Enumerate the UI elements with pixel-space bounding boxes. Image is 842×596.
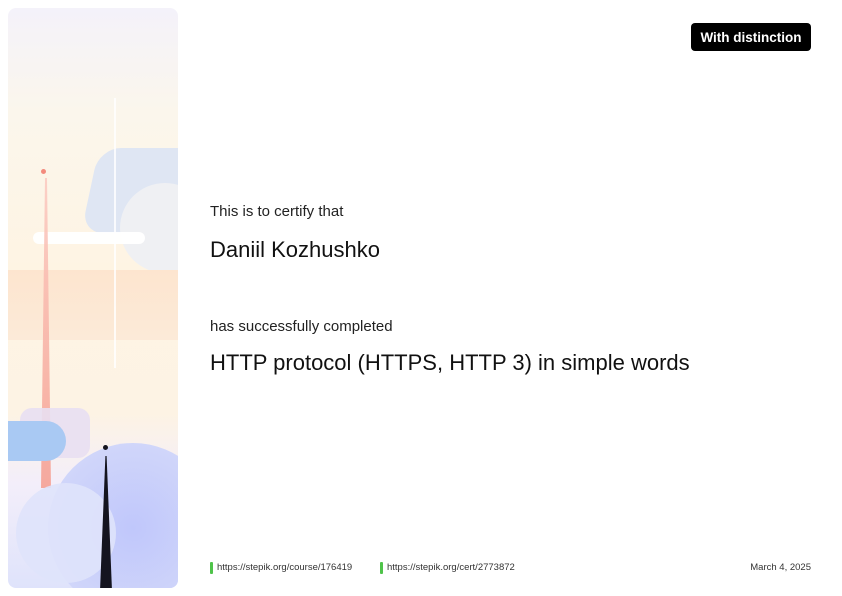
decorative-artwork-panel [8, 8, 178, 588]
recipient-name: Daniil Kozhushko [210, 237, 380, 262]
course-link-text[interactable]: https://stepik.org/course/176419 [217, 562, 352, 573]
artwork-red-dot [41, 169, 46, 174]
completed-text: has successfully completed [210, 318, 393, 335]
artwork-white-pill [33, 232, 145, 244]
certify-intro-text: This is to certify that [210, 203, 344, 220]
distinction-badge: With distinction [691, 23, 811, 51]
course-title: HTTP protocol (HTTPS, HTTP 3) in simple … [210, 350, 690, 375]
artwork-blue-pill [8, 421, 66, 461]
artwork-peach-band [8, 270, 178, 340]
certificate-link[interactable]: https://stepik.org/cert/2773872 [380, 561, 515, 574]
course-link[interactable]: https://stepik.org/course/176419 [210, 561, 352, 574]
artwork-black-dot [103, 445, 108, 450]
certificate-link-text[interactable]: https://stepik.org/cert/2773872 [387, 562, 515, 573]
issue-date: March 4, 2025 [750, 562, 811, 573]
link-marker-icon [380, 561, 383, 574]
link-marker-icon [210, 561, 213, 574]
